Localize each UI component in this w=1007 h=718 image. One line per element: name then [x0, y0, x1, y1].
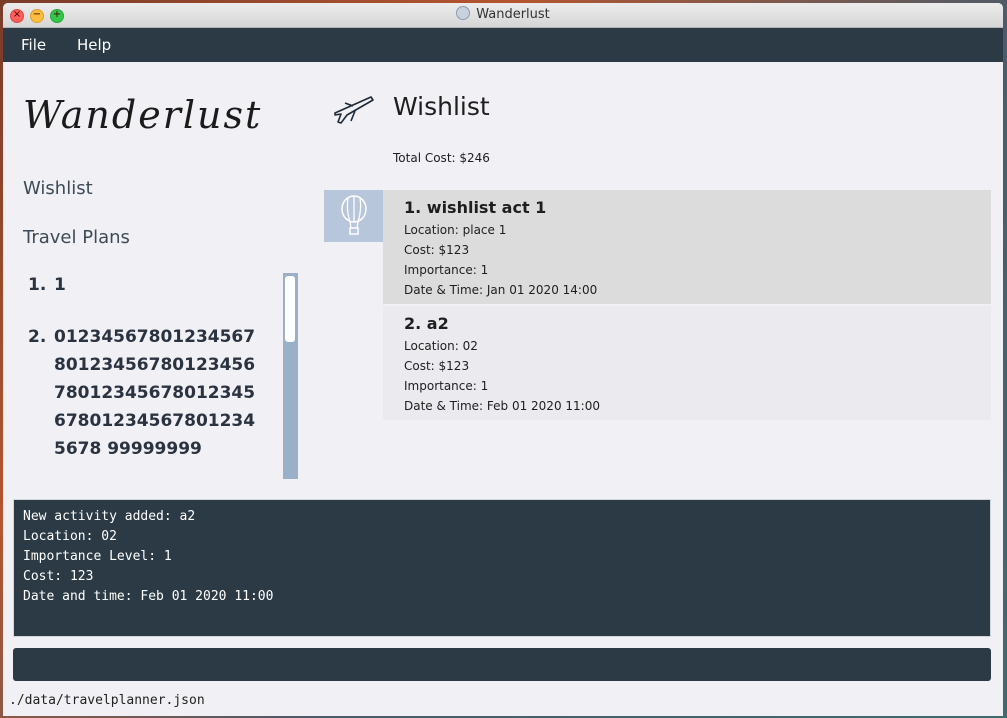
menu-file[interactable]: File: [21, 28, 46, 62]
airplane-icon: [334, 96, 374, 124]
title-bar: × − + Wanderlust: [3, 3, 1003, 28]
activity-title: 2. a2: [404, 314, 449, 333]
plan-name: 0123456780123456780123456780123456780123…: [54, 327, 256, 459]
plan-index: 2.: [28, 327, 47, 347]
activity-location: Location: 02: [404, 339, 478, 353]
result-line: Location: 02: [23, 529, 117, 544]
activity-card[interactable]: 1. wishlist act 1 Location: place 1 Cost…: [383, 190, 991, 304]
command-input[interactable]: [13, 648, 991, 681]
window-title: Wanderlust: [476, 7, 550, 22]
plan-list-scrollbar[interactable]: [283, 273, 298, 479]
hot-air-balloon-icon: [341, 195, 367, 235]
window-title-wrap: Wanderlust: [3, 3, 1003, 27]
app-window: × − + Wanderlust File Help Wanderlust Wi…: [3, 3, 1003, 716]
plan-index: 1.: [28, 275, 47, 295]
activity-title: 1. wishlist act 1: [404, 198, 547, 217]
activity-card[interactable]: 2. a2 Location: 02 Cost: $123 Importance…: [383, 306, 991, 420]
plan-name: 1: [54, 275, 66, 295]
activity-datetime: Date & Time: Jan 01 2020 14:00: [404, 283, 598, 297]
activity-cost: Cost: $123: [404, 359, 470, 373]
nav-travel-plans[interactable]: Travel Plans: [23, 227, 130, 248]
result-line: Date and time: Feb 01 2020 11:00: [23, 589, 274, 604]
activity-datetime: Date & Time: Feb 01 2020 11:00: [404, 399, 600, 413]
app-logo: Wanderlust: [23, 93, 263, 137]
activity-location: Location: place 1: [404, 223, 507, 237]
activity-importance: Importance: 1: [404, 263, 489, 277]
result-line: Cost: 123: [23, 569, 94, 584]
menu-bar: File Help: [3, 28, 1003, 62]
result-line: New activity added: a2: [23, 509, 196, 524]
result-line: Importance Level: 1: [23, 549, 172, 564]
menu-help[interactable]: Help: [77, 28, 111, 62]
app-icon: [456, 6, 471, 20]
scrollbar-thumb[interactable]: [285, 276, 295, 342]
total-cost: Total Cost: $246: [393, 151, 490, 165]
activity-cost: Cost: $123: [404, 243, 470, 257]
status-bar-path: ./data/travelplanner.json: [9, 693, 205, 708]
nav-wishlist[interactable]: Wishlist: [23, 178, 93, 199]
activity-icon-box: [324, 190, 383, 242]
page-title: Wishlist: [393, 92, 490, 121]
activity-importance: Importance: 1: [404, 379, 489, 393]
result-display: New activity added: a2 Location: 02 Impo…: [13, 499, 991, 637]
